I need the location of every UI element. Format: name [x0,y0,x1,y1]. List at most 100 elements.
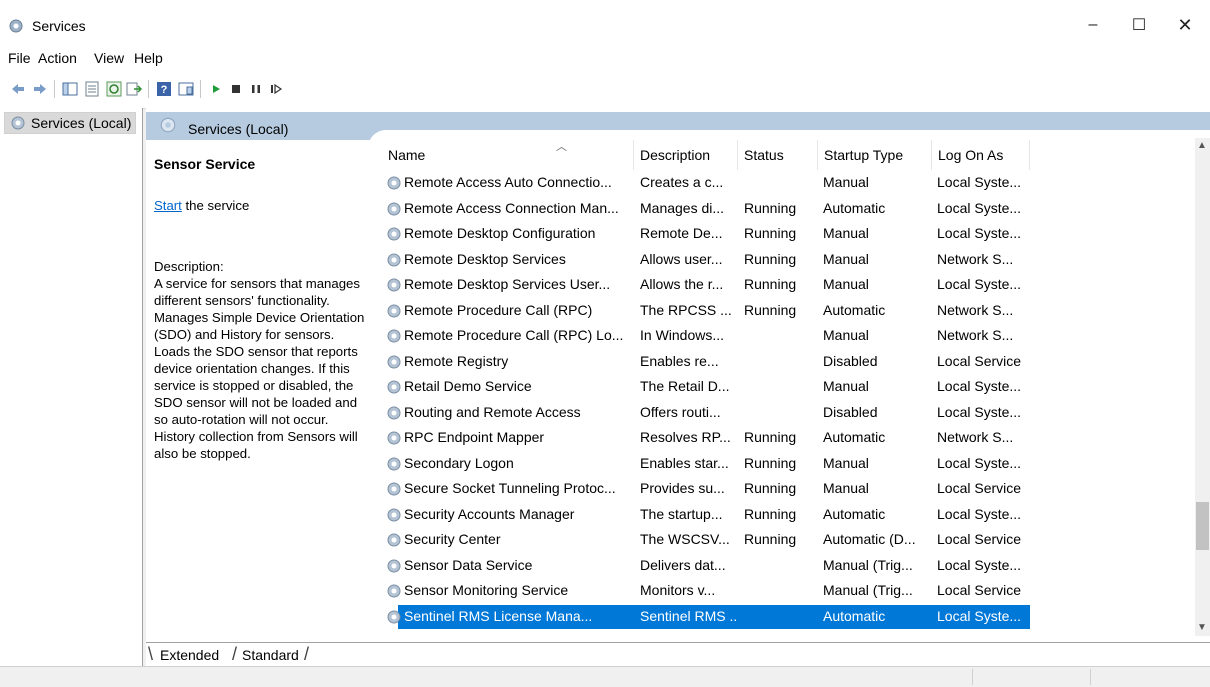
cell-logon: Local Syste... [937,633,1033,634]
cell-logon: Local Syste... [937,607,1022,624]
table-row[interactable]: Secure Socket Tunneling Protoc... Provide… [382,476,1196,501]
cell-status: Running [744,480,797,496]
cell-name: Remote Procedure Call (RPC) Lo... [386,327,648,343]
service-gear-icon [387,584,401,598]
start-service-line: Start the service [154,197,372,214]
cell-logon: Local Syste... [937,225,1022,241]
table-row[interactable]: Remote Access Connection Man... Manages d… [382,196,1196,221]
cell-status: Running [744,199,797,216]
cell-startup: Manual (Trig... [823,582,913,598]
tab-extended[interactable]: Extended [156,644,223,666]
cell-description: Allows user... [640,250,723,267]
service-name: Remote Desktop Configuration [404,225,596,241]
cell-name: Remote Procedure Call (RPC) [386,302,648,318]
cell-name: Retail Demo Service [386,378,648,394]
console-tree: Services (Local) [0,108,143,666]
column-header-log-on-as[interactable]: Log On As [932,140,1030,170]
table-row[interactable]: Sentinel RMS License Mana... Sentinel RMS… [382,604,1196,629]
table-row[interactable]: Routing and Remote Access Offers routi...… [382,400,1196,425]
table-row[interactable]: Remote Registry Enables re... Disabled Loca… [382,349,1196,374]
service-gear-icon [387,559,401,572]
show-hide-console-tree-icon[interactable] [62,81,78,97]
cell-startup: Manual [823,225,869,241]
cell-status: Running [744,633,814,634]
table-row[interactable]: Retail Demo Service The Retail D... Manual… [382,374,1196,399]
cell-logon: Local Service [937,582,1022,598]
column-header-description[interactable]: Description [634,140,738,170]
cell-startup: Automatic [823,505,886,522]
minimize-button[interactable]: – [1070,10,1116,40]
table-row[interactable]: Remote Desktop Services User... Allows th… [382,272,1196,297]
tab-standard[interactable]: Standard [242,644,299,666]
cell-startup: Automatic (D... [823,531,916,547]
service-gear-icon [387,457,401,470]
view-mode-icon[interactable] [178,81,194,97]
table-row[interactable]: Remote Procedure Call (RPC) Lo... In Wind… [382,323,1196,348]
column-header-name[interactable]: Name [382,140,634,170]
service-gear-icon [387,482,401,496]
refresh-icon[interactable] [106,81,122,97]
service-gear-icon [387,278,401,292]
stop-service-icon[interactable] [228,81,244,97]
service-gear-icon [387,176,401,190]
vertical-scrollbar[interactable]: ▲ ▼ [1195,138,1210,636]
table-row[interactable]: Remote Desktop Services Allows user... Run… [382,247,1196,272]
cell-logon: Local Syste... [937,505,1022,522]
menu-action[interactable]: Action [38,50,77,66]
column-header-startup-type[interactable]: Startup Type [818,140,932,170]
cell-startup: Automatic [823,429,886,445]
table-row[interactable]: Remote Access Auto Connectio... Creates a… [382,170,1196,195]
export-list-icon[interactable] [126,81,142,97]
pause-service-icon[interactable] [248,81,264,97]
services-gear-icon [11,116,25,130]
service-detail-panel: Sensor Service Start the service Descrip… [154,156,372,462]
table-row[interactable]: Remote Procedure Call (RPC) The RPCSS ...… [382,298,1196,323]
table-row[interactable]: Security Accounts Manager The startup... R… [382,502,1196,527]
cell-description: Manages di... [640,199,725,216]
back-arrow-icon[interactable] [10,81,26,97]
cell-logon: Local Syste... [937,556,1022,573]
restart-service-icon[interactable] [268,81,284,97]
title-bar: Services – ☐ ✕ [0,0,1210,46]
start-service-icon[interactable] [208,81,224,97]
services-gear-icon [160,117,176,133]
service-name: Sensor Data Service [404,556,533,573]
cell-name: Security Center [386,531,648,547]
close-button[interactable]: ✕ [1162,10,1208,40]
help-icon[interactable]: ? [156,81,172,97]
cell-description: Delivers dat... [640,556,726,573]
tree-item-services-local[interactable]: Services (Local) [4,112,137,134]
table-row[interactable]: Sensor Data Service Delivers dat... Manual… [382,553,1196,578]
menu-help[interactable]: Help [134,50,163,66]
pane-header: Services (Local) [146,112,1210,150]
service-gear-icon [387,329,401,343]
table-row[interactable]: Server Supports fil... Running Automatic (T… [382,629,1196,634]
window-title: Services [32,18,86,34]
properties-icon[interactable] [84,81,100,97]
service-gear-icon [387,406,401,419]
cell-description: Offers routi... [640,403,721,420]
cell-description: Remote De... [640,225,723,241]
table-row[interactable]: Security Center The WSCSV... Running Automa… [382,527,1196,552]
table-row[interactable]: Sensor Monitoring Service Monitors v... Ma… [382,578,1196,603]
service-gear-icon [387,304,401,317]
cell-startup: Manual [823,480,869,496]
table-row[interactable]: Secondary Logon Enables star... Running Man… [382,451,1196,476]
cell-startup: Disabled [823,403,878,420]
scroll-thumb[interactable] [1196,502,1209,550]
service-name: Sentinel RMS License Mana... [404,607,593,624]
table-row[interactable]: RPC Endpoint Mapper Resolves RP... Running… [382,425,1196,450]
scroll-down-arrow-icon[interactable]: ▼ [1197,622,1207,633]
service-name: Remote Desktop Services [404,250,566,267]
menu-view[interactable]: View [94,50,124,66]
cell-logon: Local Syste... [937,276,1022,292]
description-label: Description: [154,259,224,274]
cell-name: Security Accounts Manager [386,506,648,522]
start-service-link[interactable]: Start [154,198,182,213]
table-row[interactable]: Remote Desktop Configuration Remote De...… [382,221,1196,246]
scroll-up-arrow-icon[interactable]: ▲ [1197,140,1207,151]
menu-file[interactable]: File [8,50,31,66]
forward-arrow-icon[interactable] [32,81,48,97]
maximize-button[interactable]: ☐ [1116,10,1162,40]
column-header-status[interactable]: Status [738,140,818,170]
